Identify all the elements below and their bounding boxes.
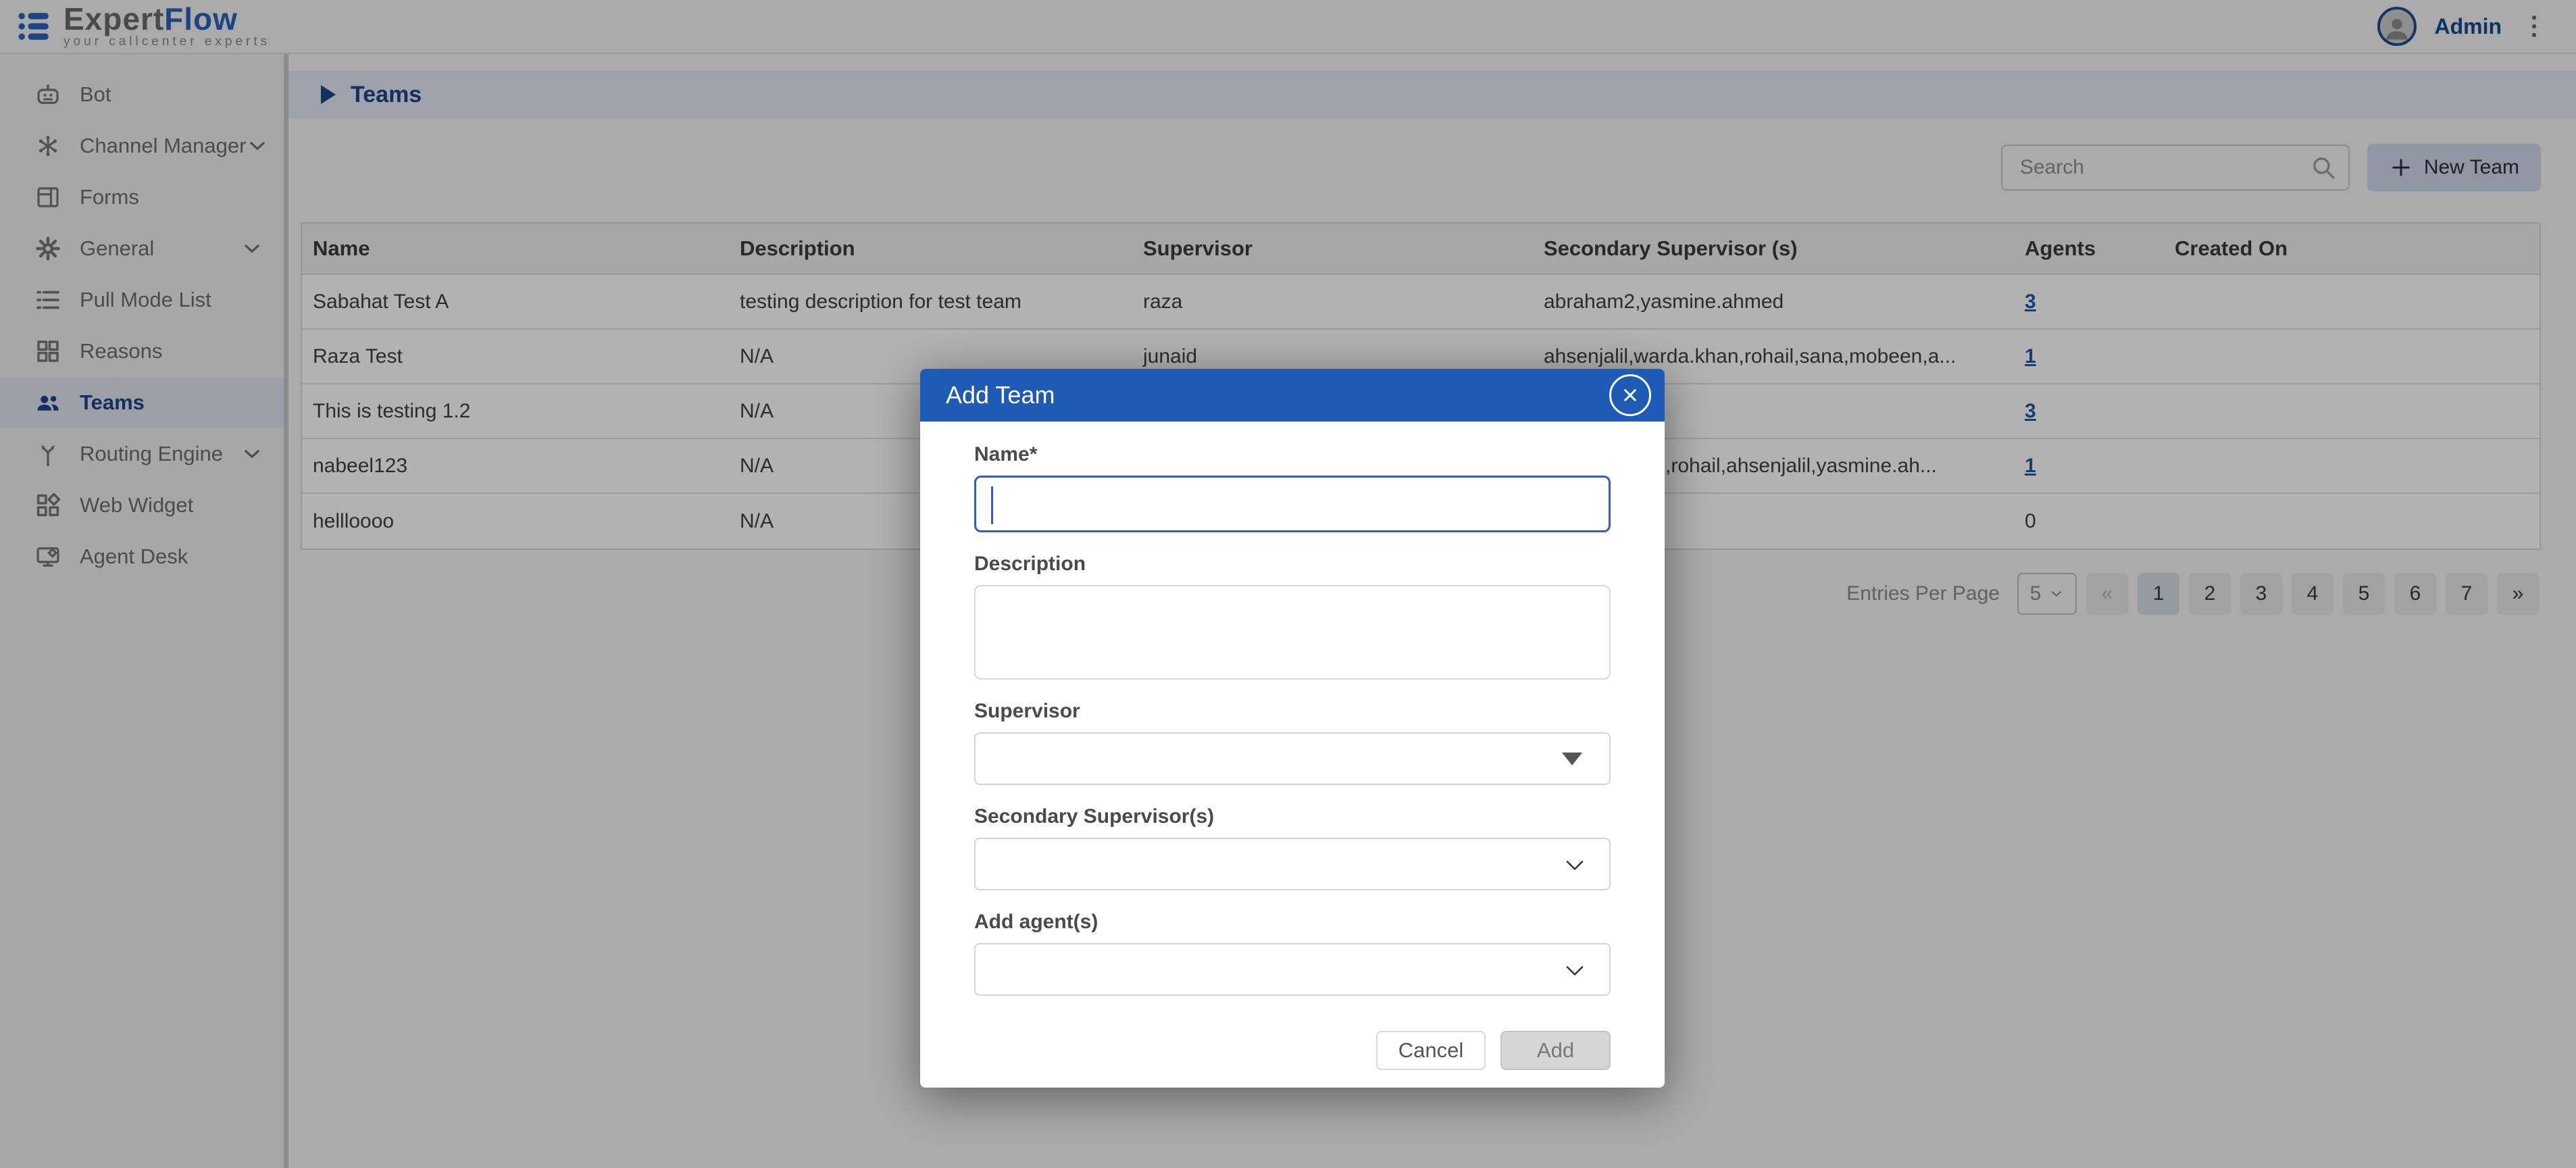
modal-header: Add Team — [920, 369, 1665, 422]
chevron-down-icon — [1562, 853, 1588, 878]
app-screen: ExpertFlow your callcenter experts Admin… — [0, 0, 2576, 1168]
name-field[interactable] — [974, 476, 1611, 532]
text-cursor — [991, 486, 993, 524]
description-field-label: Description — [974, 553, 1611, 576]
supervisor-select[interactable] — [974, 732, 1611, 785]
add-agents-field-label: Add agent(s) — [974, 911, 1611, 934]
close-button[interactable] — [1609, 374, 1651, 416]
chevron-down-icon — [1562, 958, 1588, 984]
secondary-supervisor-select[interactable] — [974, 838, 1611, 890]
supervisor-field-label: Supervisor — [974, 700, 1611, 723]
description-field[interactable] — [974, 585, 1611, 680]
caret-down-icon — [1562, 753, 1582, 765]
add-agents-select[interactable] — [974, 943, 1611, 996]
modal-body: Name* Description Supervisor Secondary S… — [920, 422, 1665, 996]
add-button[interactable]: Add — [1500, 1031, 1611, 1070]
close-icon — [1619, 384, 1641, 406]
cancel-button[interactable]: Cancel — [1376, 1031, 1486, 1070]
modal-title: Add Team — [946, 381, 1055, 409]
modal-footer: Cancel Add — [920, 996, 1665, 1088]
name-field-label: Name* — [974, 443, 1611, 466]
add-team-modal: Add Team Name* Description Supervisor Se… — [920, 369, 1665, 1088]
secondary-supervisor-field-label: Secondary Supervisor(s) — [974, 805, 1611, 828]
